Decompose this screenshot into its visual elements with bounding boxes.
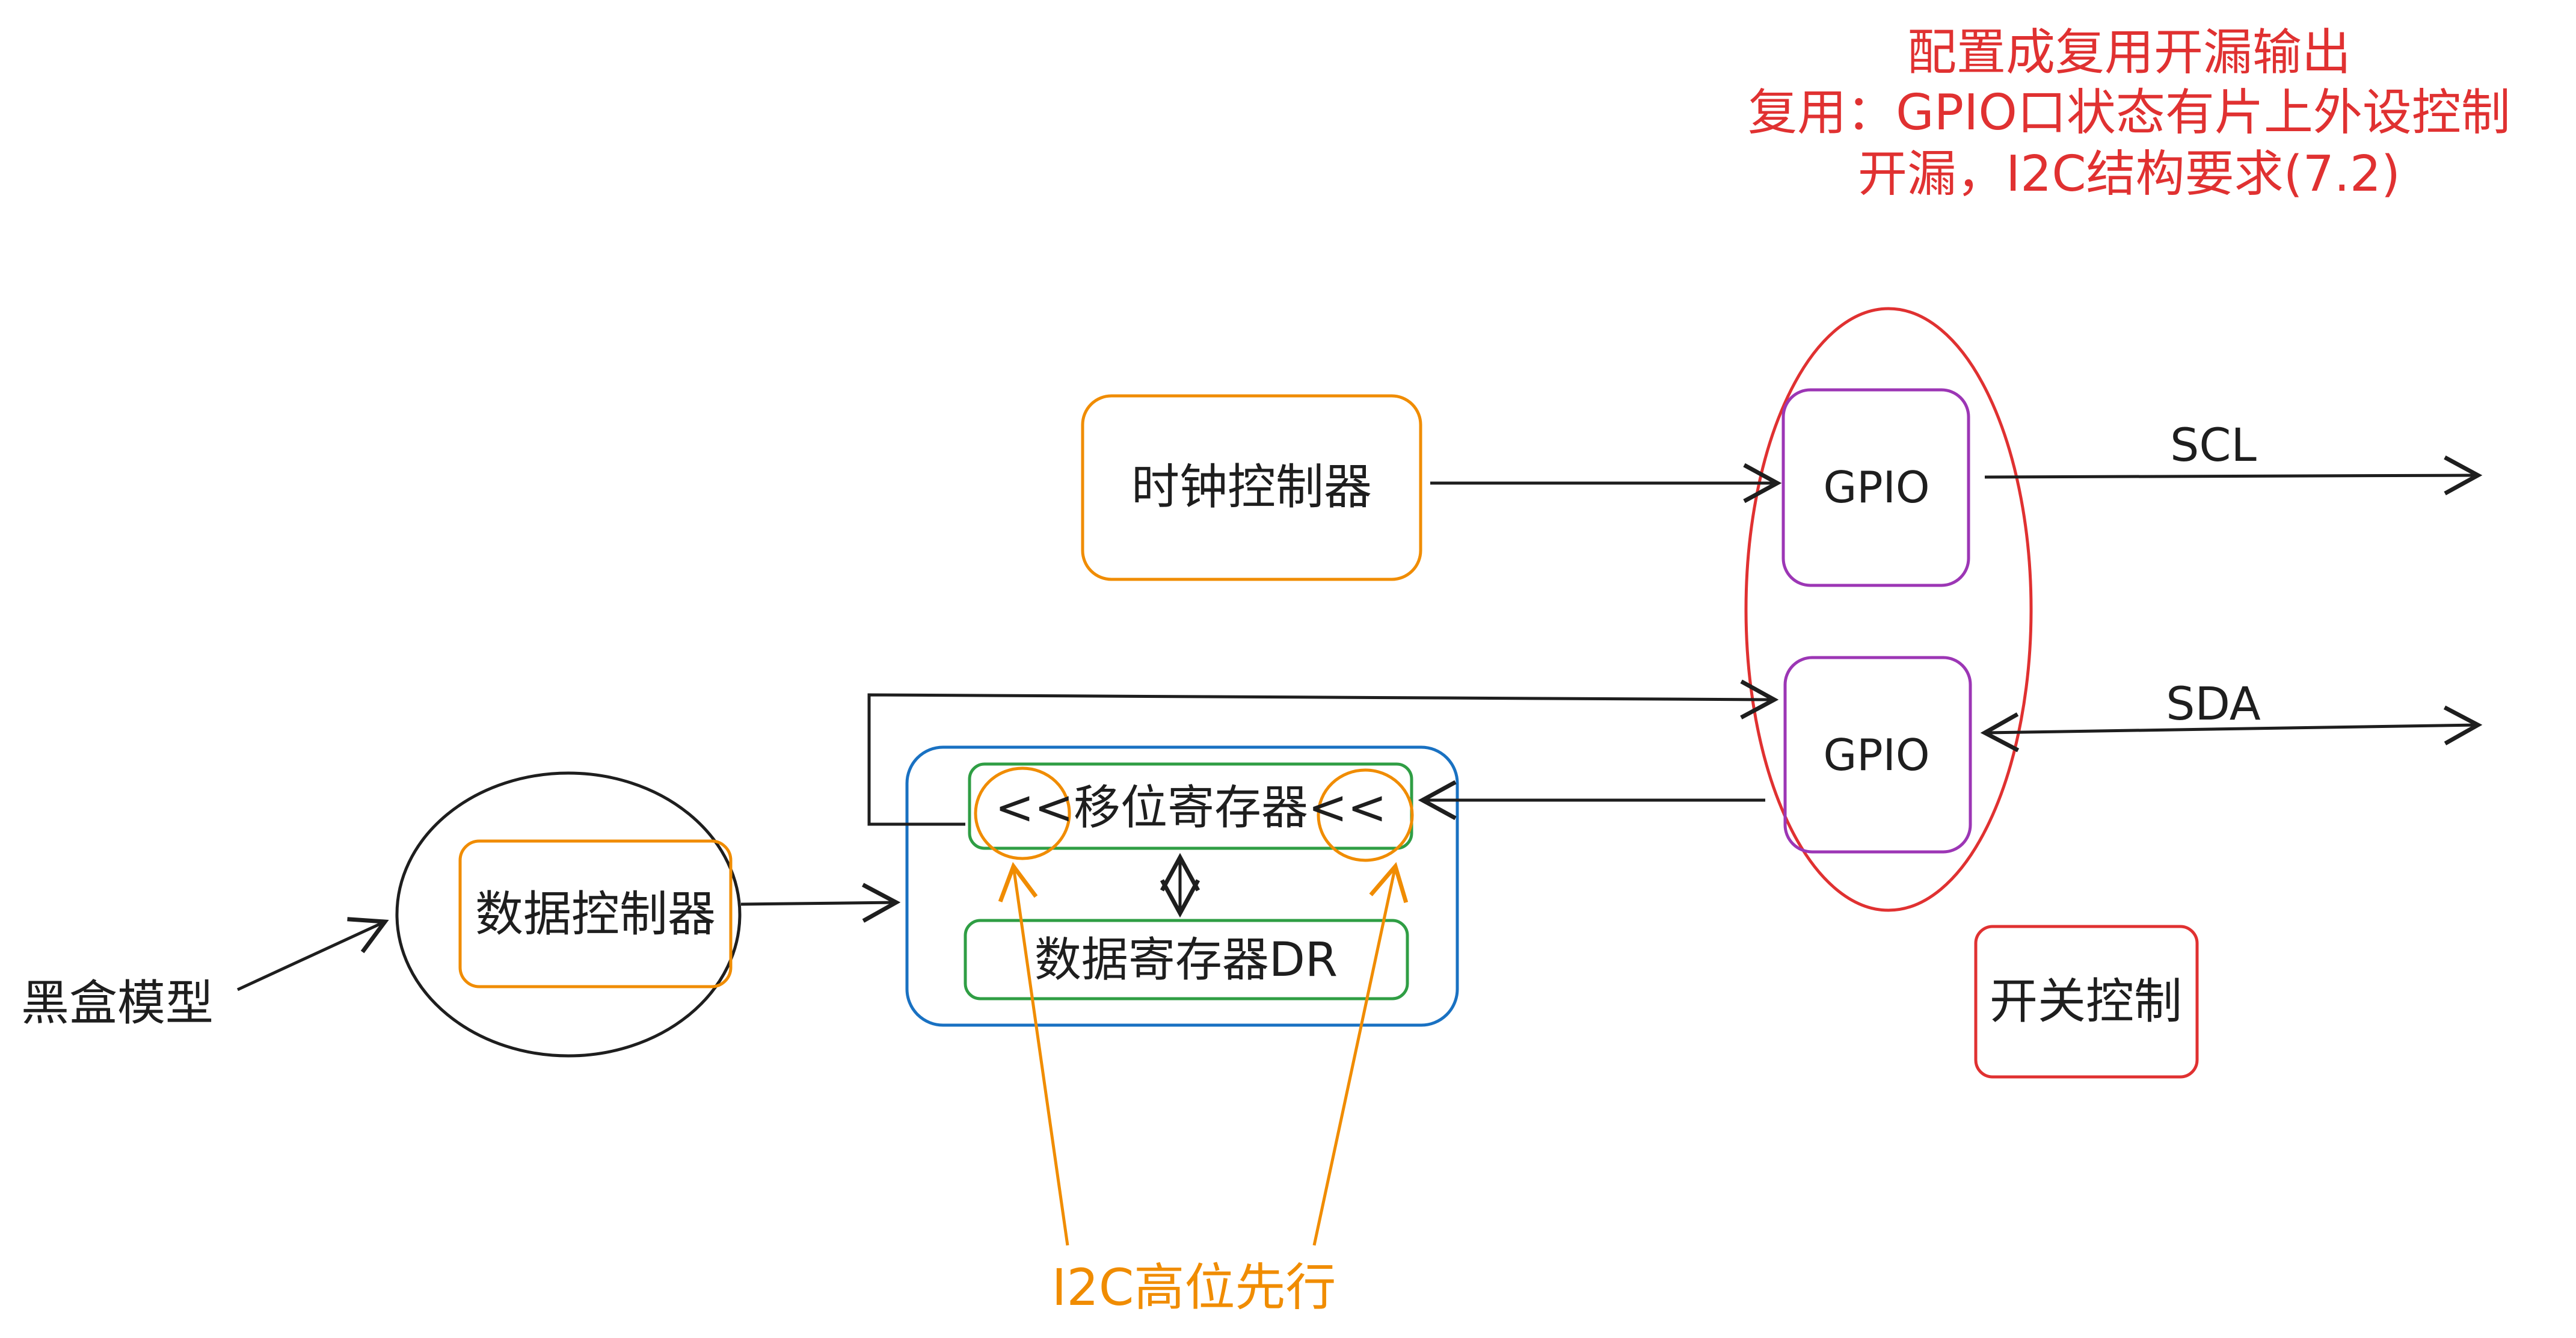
note-line-1: 配置成复用开漏输出 — [1907, 24, 2352, 81]
data-controller-label: 数据控制器 — [475, 886, 716, 942]
scl-label: SCL — [2170, 418, 2257, 472]
clock-controller-label: 时钟控制器 — [1131, 459, 1372, 515]
msb-first-annotation: I2C高位先行 — [1051, 1258, 1336, 1317]
shift-register-label: <<移位寄存器<< — [995, 781, 1387, 835]
msb-pointer-left — [998, 862, 1069, 1246]
scl-output-arrow — [1984, 455, 2483, 496]
black-box-pointer-arrow — [236, 917, 389, 991]
diagram-canvas: 配置成复用开漏输出 复用：GPIO口状态有片上外设控制 开漏，I2C结构要求(7… — [0, 0, 2576, 1338]
msb-pointer-right — [1312, 862, 1409, 1246]
controller-to-register-arrow — [740, 883, 901, 923]
note-line-2: 复用：GPIO口状态有片上外设控制 — [1748, 84, 2510, 141]
gpio-scl-label: GPIO — [1823, 462, 1930, 513]
gpio-sda-label: GPIO — [1823, 730, 1930, 780]
note-line-3: 开漏，I2C结构要求(7.2) — [1857, 146, 2401, 203]
black-box-label: 黑盒模型 — [21, 975, 214, 1031]
sda-label: SDA — [2166, 677, 2261, 730]
data-register-label: 数据寄存器DR — [1034, 933, 1338, 987]
switch-control-label: 开关控制 — [1990, 973, 2182, 1029]
